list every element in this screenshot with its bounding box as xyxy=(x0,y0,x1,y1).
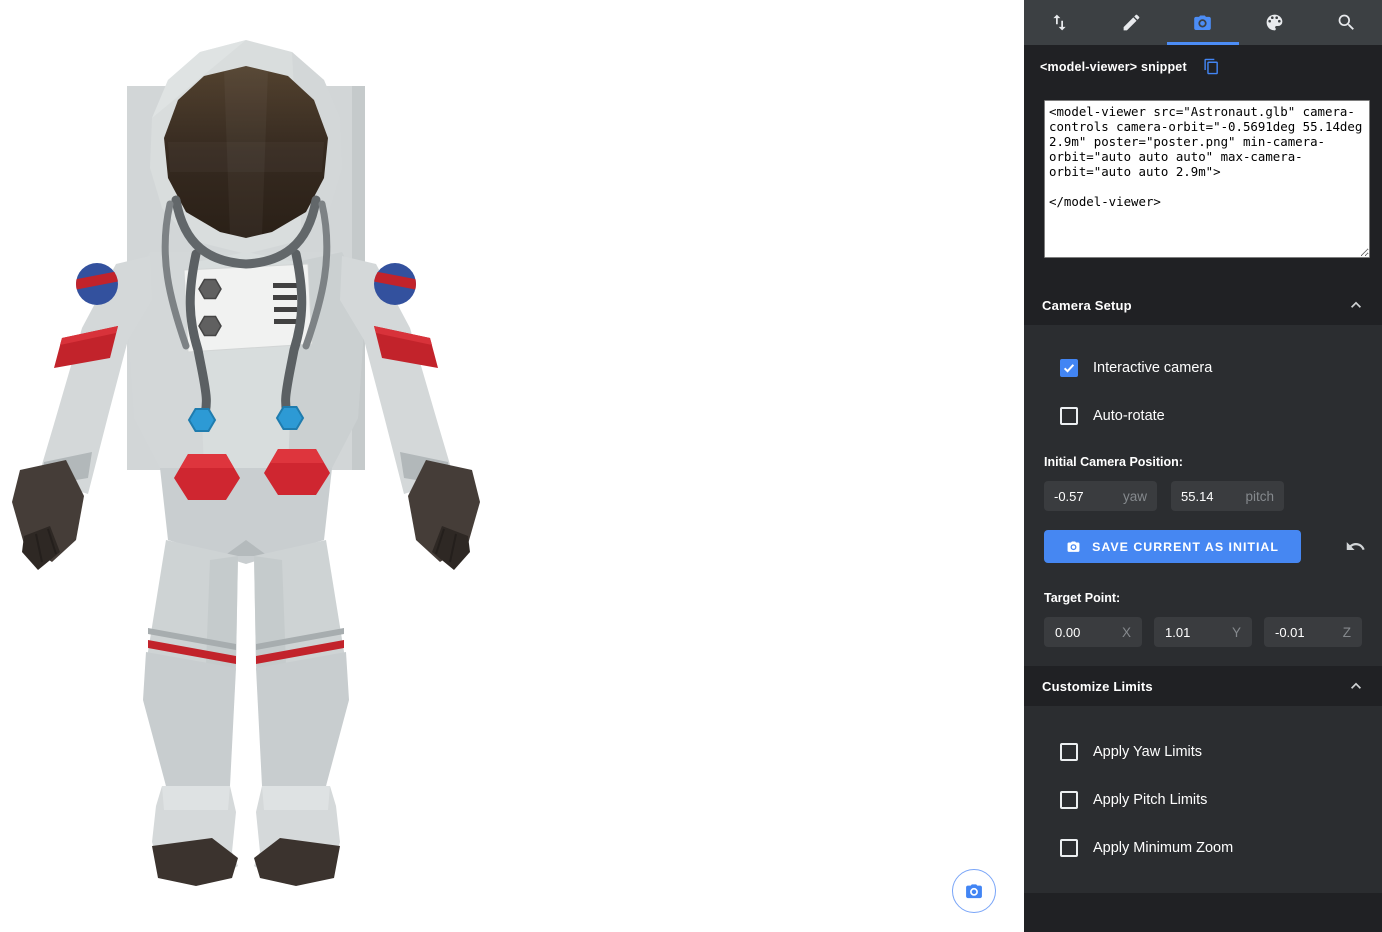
camera-icon xyxy=(964,881,984,901)
x-suffix-label: X xyxy=(1122,625,1131,640)
tab-search[interactable] xyxy=(1310,0,1382,45)
pitch-suffix-label: pitch xyxy=(1245,489,1274,504)
initial-camera-position-label: Initial Camera Position: xyxy=(1044,455,1382,469)
pitch-field[interactable]: pitch xyxy=(1171,481,1284,511)
apply-minimum-zoom-checkbox-row[interactable]: Apply Minimum Zoom xyxy=(1060,839,1382,857)
capture-camera-button[interactable] xyxy=(952,869,996,913)
copy-icon xyxy=(1203,58,1220,75)
target-point-fields: X Y Z xyxy=(1044,617,1382,647)
tab-import-export[interactable] xyxy=(1024,0,1096,45)
checkbox-label: Apply Yaw Limits xyxy=(1093,744,1202,760)
tab-palette[interactable] xyxy=(1239,0,1311,45)
checkbox-label: Interactive camera xyxy=(1093,360,1212,376)
target-y-input[interactable] xyxy=(1165,625,1219,640)
camera-icon xyxy=(1066,539,1081,554)
apply-pitch-limits-checkbox-row[interactable]: Apply Pitch Limits xyxy=(1060,791,1382,809)
save-row: SAVE CURRENT AS INITIAL xyxy=(1044,530,1366,563)
palette-icon xyxy=(1264,12,1285,33)
apply-minimum-zoom-checkbox[interactable] xyxy=(1060,839,1078,857)
checkbox-label: Apply Minimum Zoom xyxy=(1093,840,1233,856)
target-x-field[interactable]: X xyxy=(1044,617,1142,647)
target-point-label: Target Point: xyxy=(1044,591,1382,605)
tab-camera[interactable] xyxy=(1167,0,1239,45)
target-z-input[interactable] xyxy=(1275,625,1329,640)
undo-icon xyxy=(1345,536,1366,557)
auto-rotate-checkbox[interactable] xyxy=(1060,407,1078,425)
target-z-field[interactable]: Z xyxy=(1264,617,1362,647)
section-header-customize-limits[interactable]: Customize Limits xyxy=(1024,666,1382,706)
model-viewer-canvas[interactable] xyxy=(0,0,1024,932)
camera-setup-section: Interactive camera Auto-rotate Initial C… xyxy=(1024,325,1382,666)
check-icon xyxy=(1062,361,1076,375)
copy-snippet-button[interactable] xyxy=(1203,58,1220,75)
yaw-field[interactable]: yaw xyxy=(1044,481,1157,511)
snippet-title: <model-viewer> snippet xyxy=(1040,60,1187,74)
search-icon xyxy=(1336,12,1357,33)
panel-toolbar xyxy=(1024,0,1382,45)
import-export-icon xyxy=(1049,12,1070,33)
section-title: Camera Setup xyxy=(1042,298,1132,313)
apply-pitch-limits-checkbox[interactable] xyxy=(1060,791,1078,809)
astronaut-model xyxy=(0,0,512,932)
apply-yaw-limits-checkbox[interactable] xyxy=(1060,743,1078,761)
customize-limits-section: Apply Yaw Limits Apply Pitch Limits Appl… xyxy=(1024,706,1382,893)
yaw-input[interactable] xyxy=(1054,489,1108,504)
snippet-header: <model-viewer> snippet xyxy=(1024,45,1382,75)
save-button-label: SAVE CURRENT AS INITIAL xyxy=(1092,540,1279,554)
save-current-as-initial-button[interactable]: SAVE CURRENT AS INITIAL xyxy=(1044,530,1301,563)
target-x-input[interactable] xyxy=(1055,625,1109,640)
interactive-camera-checkbox[interactable] xyxy=(1060,359,1078,377)
pitch-input[interactable] xyxy=(1181,489,1235,504)
target-y-field[interactable]: Y xyxy=(1154,617,1252,647)
auto-rotate-checkbox-row[interactable]: Auto-rotate xyxy=(1060,407,1382,425)
initial-position-fields: yaw pitch xyxy=(1044,481,1382,511)
section-title: Customize Limits xyxy=(1042,679,1153,694)
z-suffix-label: Z xyxy=(1343,625,1351,640)
edit-icon xyxy=(1121,12,1142,33)
undo-button[interactable] xyxy=(1345,536,1366,557)
panel-footer xyxy=(1024,893,1382,932)
snippet-code-textarea[interactable]: <model-viewer src="Astronaut.glb" camera… xyxy=(1044,100,1370,258)
y-suffix-label: Y xyxy=(1232,625,1241,640)
chevron-up-icon xyxy=(1346,295,1366,315)
model-viewer-editor: <model-viewer> snippet <model-viewer src… xyxy=(0,0,1382,932)
checkbox-label: Apply Pitch Limits xyxy=(1093,792,1207,808)
tab-edit[interactable] xyxy=(1096,0,1168,45)
chevron-up-icon xyxy=(1346,676,1366,696)
checkbox-label: Auto-rotate xyxy=(1093,408,1165,424)
yaw-suffix-label: yaw xyxy=(1123,489,1147,504)
camera-settings-panel: <model-viewer> snippet <model-viewer src… xyxy=(1024,0,1382,932)
interactive-camera-checkbox-row[interactable]: Interactive camera xyxy=(1060,359,1382,377)
apply-yaw-limits-checkbox-row[interactable]: Apply Yaw Limits xyxy=(1060,743,1382,761)
section-header-camera-setup[interactable]: Camera Setup xyxy=(1024,285,1382,325)
camera-icon xyxy=(1192,12,1213,33)
